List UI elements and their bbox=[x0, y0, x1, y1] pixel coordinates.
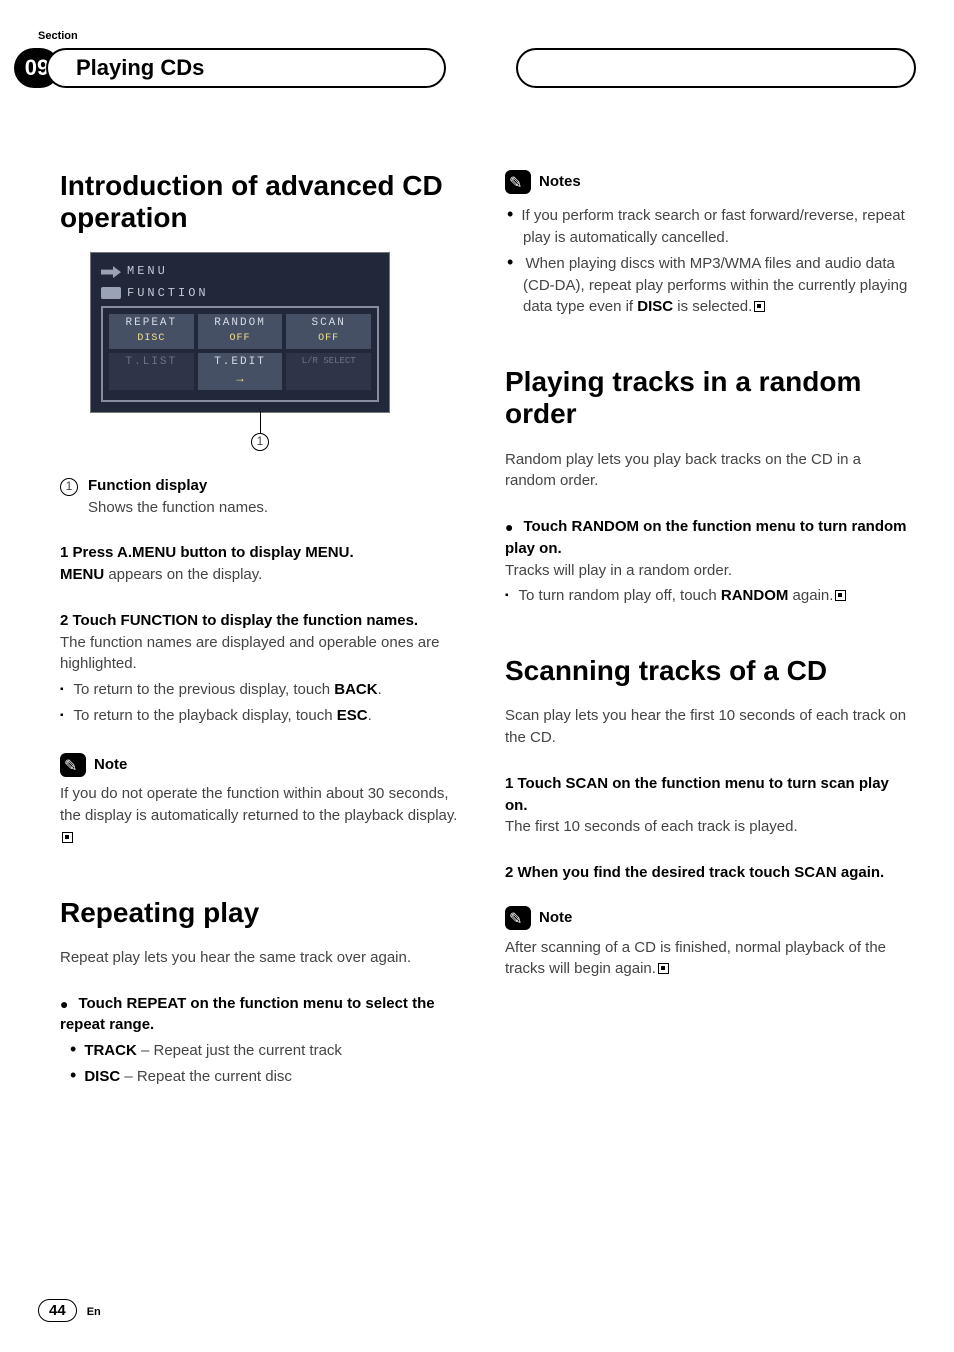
step1-bold: MENU bbox=[60, 566, 104, 583]
pencil-icon bbox=[505, 906, 531, 930]
rep-options-list: TRACK – Repeat just the current track DI… bbox=[60, 1036, 463, 1088]
end-square-icon bbox=[754, 301, 765, 312]
def-number: 1 bbox=[60, 478, 78, 496]
display-menu-label: MENU bbox=[127, 263, 168, 280]
b2-bold: ESC bbox=[337, 707, 368, 724]
scan-step1-head: 1 Touch SCAN on the function menu to tur… bbox=[505, 773, 908, 817]
step2-body: The function names are displayed and ope… bbox=[60, 632, 463, 676]
cell-label: L/R SELECT bbox=[302, 355, 356, 368]
note-body: If you do not operate the function withi… bbox=[60, 783, 463, 848]
rb-post: again. bbox=[788, 587, 833, 604]
display-cell-tlist: T.LIST bbox=[109, 353, 194, 390]
def-desc: Shows the function names. bbox=[88, 497, 463, 519]
scan-step2-head: 2 When you find the desired track touch … bbox=[505, 862, 908, 884]
cell-label: RANDOM bbox=[214, 316, 266, 332]
note-label: Note bbox=[94, 754, 127, 776]
b2-pre: To return to the playback display, touch bbox=[74, 707, 337, 724]
step1-body: MENU appears on the display. bbox=[60, 564, 463, 586]
step1-head: 1 Press A.MENU button to display MENU. bbox=[60, 542, 463, 564]
empty-pill bbox=[516, 48, 916, 88]
page-number-value: 44 bbox=[38, 1299, 77, 1322]
end-square-icon bbox=[62, 832, 73, 843]
cell-label: SCAN bbox=[311, 316, 345, 332]
cell-label: T.EDIT bbox=[214, 355, 266, 371]
li1-rest: – Repeat just the current track bbox=[137, 1042, 342, 1059]
cell-value: OFF bbox=[230, 332, 251, 347]
end-square-icon bbox=[658, 963, 669, 974]
li1-bold: TRACK bbox=[84, 1042, 137, 1059]
rand-step-head: Touch RANDOM on the function menu to tur… bbox=[505, 516, 908, 560]
end-square-icon bbox=[835, 590, 846, 601]
display-frame: MENU FUNCTION REPEAT DISC RANDOM OFF bbox=[90, 252, 390, 413]
rep-option-track: TRACK – Repeat just the current track bbox=[86, 1036, 463, 1062]
rep-intro: Repeat play lets you hear the same track… bbox=[60, 947, 463, 969]
rep-option-disc: DISC – Repeat the current disc bbox=[86, 1062, 463, 1088]
rep-step-head: Touch REPEAT on the function menu to sel… bbox=[60, 993, 463, 1037]
scan-note-header: Note bbox=[505, 906, 572, 930]
function-display-definition: 1 Function display bbox=[60, 475, 463, 497]
n2-post: is selected. bbox=[673, 298, 752, 315]
scan-step1-body: The first 10 seconds of each track is pl… bbox=[505, 816, 908, 838]
pencil-icon bbox=[60, 753, 86, 777]
display-cell-lrselect: L/R SELECT bbox=[286, 353, 371, 390]
n2-bold: DISC bbox=[637, 298, 673, 315]
callout-line: 1 bbox=[240, 411, 280, 451]
pencil-icon bbox=[505, 170, 531, 194]
step2-head: 2 Touch FUNCTION to display the function… bbox=[60, 610, 463, 632]
note-header: Note bbox=[60, 753, 127, 777]
header-row: 09 Playing CDs bbox=[0, 48, 954, 90]
callout-number: 1 bbox=[251, 433, 269, 451]
display-cell-repeat: REPEAT DISC bbox=[109, 314, 194, 348]
notes-header: Notes bbox=[505, 170, 581, 194]
cell-value: → bbox=[236, 371, 243, 388]
scan-intro: Scan play lets you hear the first 10 sec… bbox=[505, 705, 908, 749]
step2-bullet2: To return to the playback display, touch… bbox=[60, 705, 463, 727]
heading-scan: Scanning tracks of a CD bbox=[505, 655, 908, 687]
function-display-figure: MENU FUNCTION REPEAT DISC RANDOM OFF bbox=[90, 252, 390, 451]
rb-pre: To turn random play off, touch bbox=[519, 587, 721, 604]
li2-bold: DISC bbox=[84, 1068, 120, 1085]
notes-list: If you perform track search or fast forw… bbox=[505, 201, 908, 318]
scan-note-text: After scanning of a CD is finished, norm… bbox=[505, 939, 886, 978]
rand-bullet: To turn random play off, touch RANDOM ag… bbox=[505, 585, 908, 607]
scan-note-body: After scanning of a CD is finished, norm… bbox=[505, 937, 908, 981]
heading-random: Playing tracks in a random order bbox=[505, 366, 908, 430]
page-number: 44 En bbox=[38, 1299, 101, 1322]
b1-bold: BACK bbox=[334, 681, 377, 698]
page-lang: En bbox=[87, 1306, 101, 1318]
b1-pre: To return to the previous display, touch bbox=[74, 681, 335, 698]
step2-bullet1: To return to the previous display, touch… bbox=[60, 679, 463, 701]
heading-repeating: Repeating play bbox=[60, 897, 463, 929]
back-arrow-icon bbox=[101, 266, 121, 278]
section-label: Section bbox=[38, 30, 78, 42]
cd-icon bbox=[101, 287, 121, 299]
step1-rest: appears on the display. bbox=[104, 566, 262, 583]
display-cell-tedit: T.EDIT → bbox=[198, 353, 283, 390]
notes-label: Notes bbox=[539, 171, 581, 193]
display-panel: REPEAT DISC RANDOM OFF SCAN OFF bbox=[101, 306, 379, 402]
heading-intro: Introduction of advanced CD operation bbox=[60, 170, 463, 234]
note-item-2: When playing discs with MP3/WMA files an… bbox=[523, 249, 908, 319]
cell-label: T.LIST bbox=[126, 355, 178, 371]
right-column: Notes If you perform track search or fas… bbox=[505, 170, 908, 1088]
cell-value: DISC bbox=[137, 332, 165, 347]
note-item-1: If you perform track search or fast forw… bbox=[523, 201, 908, 249]
rb-bold: RANDOM bbox=[721, 587, 789, 604]
display-function-label: FUNCTION bbox=[127, 285, 209, 302]
li2-rest: – Repeat the current disc bbox=[120, 1068, 292, 1085]
display-cell-scan: SCAN OFF bbox=[286, 314, 371, 348]
rand-intro: Random play lets you play back tracks on… bbox=[505, 449, 908, 493]
note-text: If you do not operate the function withi… bbox=[60, 785, 457, 824]
rand-body: Tracks will play in a random order. bbox=[505, 560, 908, 582]
scan-note-label: Note bbox=[539, 907, 572, 929]
rep-step-text: Touch REPEAT on the function menu to sel… bbox=[60, 995, 435, 1034]
def-label: Function display bbox=[88, 475, 207, 497]
rand-step-text: Touch RANDOM on the function menu to tur… bbox=[505, 518, 906, 557]
display-cell-random: RANDOM OFF bbox=[198, 314, 283, 348]
cell-value: OFF bbox=[318, 332, 339, 347]
cell-label: REPEAT bbox=[126, 316, 178, 332]
chapter-title-pill: Playing CDs bbox=[46, 48, 446, 88]
left-column: Introduction of advanced CD operation ME… bbox=[60, 170, 463, 1088]
content-columns: Introduction of advanced CD operation ME… bbox=[0, 170, 954, 1088]
